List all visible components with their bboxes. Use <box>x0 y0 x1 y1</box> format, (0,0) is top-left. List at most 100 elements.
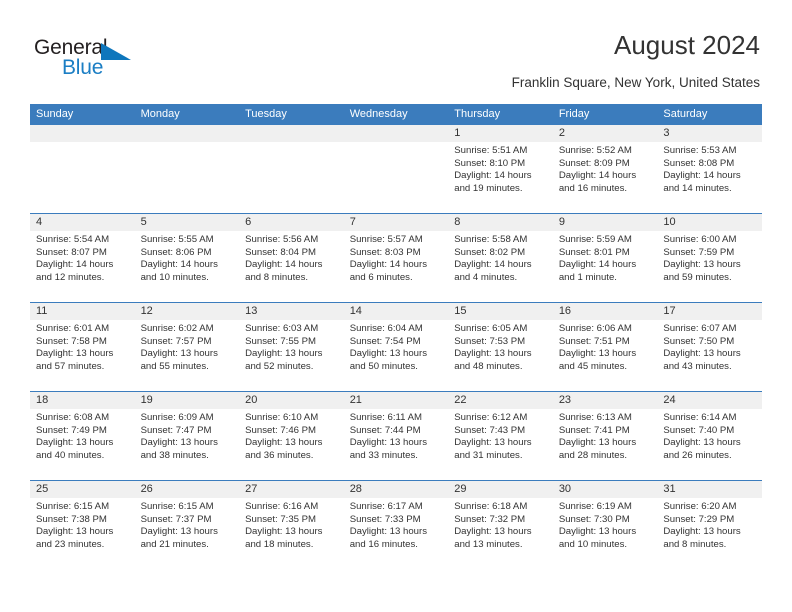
day-sun-details: Sunrise: 5:55 AM Sunset: 8:06 PM Daylight:… <box>135 231 240 302</box>
day-number[interactable]: 15 <box>448 303 553 320</box>
day-detail-line: Sunrise: 6:20 AM <box>663 501 737 512</box>
day-number[interactable]: 1 <box>448 125 553 142</box>
day-detail-line: Sunset: 7:40 PM <box>663 424 735 436</box>
logo-text-blue: Blue <box>62 56 104 79</box>
week-detail-band: Sunrise: 6:08 AM Sunset: 7:49 PM Daylight:… <box>30 409 762 480</box>
day-number[interactable]: 14 <box>344 303 449 320</box>
day-number[interactable]: 29 <box>448 481 553 498</box>
day-detail-line: and 55 minutes. <box>140 360 209 372</box>
day-sun-details: Sunrise: 6:20 AM Sunset: 7:29 PM Daylight:… <box>657 498 762 565</box>
day-detail-line: and 8 minutes. <box>245 271 309 283</box>
day-detail-line: and 13 minutes. <box>454 538 523 550</box>
day-detail-line: Sunset: 7:43 PM <box>454 424 526 436</box>
day-number[interactable]: 9 <box>553 214 658 231</box>
day-sun-details: Sunrise: 6:17 AM Sunset: 7:33 PM Daylight:… <box>344 498 449 565</box>
day-number[interactable]: 25 <box>30 481 135 498</box>
day-cell-empty <box>239 142 344 213</box>
weekday-header-friday: Friday <box>558 108 590 120</box>
calendar-grid: Sunday Monday Tuesday Wednesday Thursday Frid… <box>30 104 762 565</box>
day-detail-line: Sunset: 7:53 PM <box>454 335 526 347</box>
day-detail-line: Sunrise: 6:15 AM <box>140 501 214 512</box>
day-number[interactable]: 30 <box>553 481 658 498</box>
day-detail-line: and 16 minutes. <box>349 538 418 550</box>
day-number[interactable]: 2 <box>553 125 658 142</box>
day-sun-details: Sunrise: 6:06 AM Sunset: 7:51 PM Daylight:… <box>553 320 658 391</box>
day-detail-line: Sunset: 8:01 PM <box>558 246 630 258</box>
day-number[interactable]: 18 <box>30 392 135 409</box>
day-number[interactable]: 4 <box>30 214 135 231</box>
day-detail-line: Sunset: 7:58 PM <box>36 335 107 347</box>
day-detail-line: Sunrise: 6:09 AM <box>140 412 214 423</box>
day-detail-line: Daylight: 13 hours <box>454 526 532 538</box>
day-detail-line: and 18 minutes. <box>245 538 314 550</box>
day-detail-line: Daylight: 13 hours <box>36 526 114 538</box>
day-sun-details: Sunrise: 6:09 AM Sunset: 7:47 PM Daylight:… <box>135 409 240 480</box>
day-number[interactable]: 19 <box>135 392 240 409</box>
day-detail-line: and 52 minutes. <box>245 360 314 372</box>
day-detail-line: Sunset: 7:44 PM <box>349 424 421 436</box>
day-number-empty <box>30 125 135 142</box>
day-sun-details: Sunrise: 5:59 AM Sunset: 8:01 PM Daylight:… <box>553 231 658 302</box>
day-sun-details: Sunrise: 5:52 AM Sunset: 8:09 PM Daylight:… <box>553 142 658 213</box>
day-detail-line: Sunrise: 6:07 AM <box>663 323 737 334</box>
day-number[interactable]: 11 <box>30 303 135 320</box>
day-sun-details: Sunrise: 6:13 AM Sunset: 7:41 PM Daylight:… <box>553 409 658 480</box>
week-date-band: 123 <box>30 125 762 142</box>
calendar-week-row: 11 12 13 14 15 16 17 Sunrise: 6:01 AM Sunset: 7:… <box>30 302 762 391</box>
page-title: August 2024 <box>613 30 760 60</box>
calendar-week-row: 4 5 6 7 8 9 10 Sunrise: 5:54 AM Sunset: 8:07 PM D… <box>30 213 762 302</box>
day-number[interactable]: 6 <box>239 214 344 231</box>
day-detail-line: and 36 minutes. <box>245 449 314 461</box>
day-detail-line: Sunrise: 5:54 AM <box>36 234 110 245</box>
day-detail-line: Sunrise: 5:59 AM <box>558 234 632 245</box>
day-number[interactable]: 22 <box>448 392 553 409</box>
weekday-header-saturday: Saturday <box>663 108 708 120</box>
day-number[interactable]: 28 <box>344 481 449 498</box>
day-detail-line: Sunset: 8:02 PM <box>454 246 526 258</box>
day-number[interactable]: 24 <box>657 392 762 409</box>
day-number[interactable]: 3 <box>657 125 762 142</box>
day-detail-line: Sunrise: 6:10 AM <box>245 412 319 423</box>
day-number[interactable]: 26 <box>135 481 240 498</box>
day-sun-details: Sunrise: 6:05 AM Sunset: 7:53 PM Daylight:… <box>448 320 553 391</box>
day-number[interactable]: 20 <box>239 392 344 409</box>
day-number-empty <box>239 125 344 142</box>
day-number[interactable]: 7 <box>344 214 449 231</box>
day-detail-line: Sunrise: 6:16 AM <box>245 501 319 512</box>
day-detail-line: Sunset: 7:51 PM <box>558 335 630 347</box>
day-number[interactable]: 31 <box>657 481 762 498</box>
day-detail-line: Sunset: 7:38 PM <box>36 513 107 525</box>
day-detail-line: Daylight: 13 hours <box>36 348 114 360</box>
day-number[interactable]: 12 <box>135 303 240 320</box>
day-detail-line: Daylight: 13 hours <box>140 348 218 360</box>
day-number[interactable]: 17 <box>657 303 762 320</box>
day-detail-line: Daylight: 13 hours <box>245 437 323 449</box>
day-number[interactable]: 21 <box>344 392 449 409</box>
day-detail-line: and 19 minutes. <box>454 182 523 194</box>
day-detail-line: Sunrise: 6:11 AM <box>349 412 423 423</box>
day-detail-line: Sunrise: 6:17 AM <box>349 501 423 512</box>
day-number[interactable]: 13 <box>239 303 344 320</box>
calendar-page: General Blue August 2024 Franklin Square… <box>0 0 792 612</box>
page-subtitle-location: Franklin Square, New York, United States <box>511 75 760 90</box>
day-sun-details: Sunrise: 6:16 AM Sunset: 7:35 PM Daylight:… <box>239 498 344 565</box>
day-number[interactable]: 16 <box>553 303 658 320</box>
day-detail-line: Daylight: 13 hours <box>663 348 741 360</box>
week-detail-band: Sunrise: 5:51 AM Sunset: 8:10 PM Daylight:… <box>30 142 762 213</box>
day-number[interactable]: 27 <box>239 481 344 498</box>
day-sun-details: Sunrise: 5:53 AM Sunset: 8:08 PM Daylight:… <box>657 142 762 213</box>
day-sun-details: Sunrise: 5:51 AM Sunset: 8:10 PM Daylight:… <box>448 142 553 213</box>
day-sun-details: Sunrise: 6:11 AM Sunset: 7:44 PM Daylight:… <box>344 409 449 480</box>
day-number[interactable]: 23 <box>553 392 658 409</box>
week-detail-band: Sunrise: 5:54 AM Sunset: 8:07 PM Daylight:… <box>30 231 762 302</box>
day-number[interactable]: 10 <box>657 214 762 231</box>
day-detail-line: and 1 minute. <box>558 271 617 283</box>
day-detail-line: and 10 minutes. <box>140 271 209 283</box>
day-detail-line: Daylight: 13 hours <box>663 437 741 449</box>
day-detail-line: Sunrise: 6:04 AM <box>349 323 423 334</box>
day-detail-line: Sunset: 7:32 PM <box>454 513 526 525</box>
day-number[interactable]: 8 <box>448 214 553 231</box>
day-detail-line: and 40 minutes. <box>36 449 105 461</box>
general-blue-logo[interactable]: General Blue <box>34 36 154 82</box>
day-number[interactable]: 5 <box>135 214 240 231</box>
